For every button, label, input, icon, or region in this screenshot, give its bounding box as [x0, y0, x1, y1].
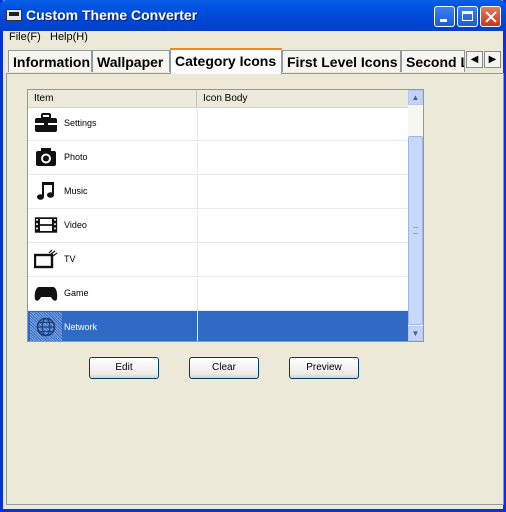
chevron-up-icon: ▲ [411, 93, 420, 102]
cell-item: Photo [28, 141, 198, 174]
list-row-game[interactable]: Game [28, 277, 408, 311]
film-icon [34, 217, 58, 233]
tab-wallpaper[interactable]: Wallpaper [92, 50, 170, 72]
tab-first-level-icons[interactable]: First Level Icons [282, 50, 401, 72]
app-icon [6, 9, 22, 21]
menu-bar: File(F) Help(H) [3, 31, 503, 47]
row-label: Settings [64, 118, 97, 128]
list-rows: Settings Photo Music Video TV Game Netwo… [28, 107, 408, 341]
list-row-settings[interactable]: Settings [28, 107, 408, 141]
music-note-icon [37, 182, 54, 200]
tab-strip: Information Wallpaper Category Icons Fir… [3, 48, 503, 74]
chevron-down-icon: ▼ [411, 329, 420, 338]
minimize-button[interactable] [434, 6, 455, 27]
list-row-music[interactable]: Music [28, 175, 408, 209]
close-button[interactable] [480, 6, 501, 27]
category-icon-list[interactable]: Item Icon Body Settings Photo Music Vide… [27, 89, 424, 342]
cell-item: Game [28, 277, 198, 310]
column-header-icon-body[interactable]: Icon Body [197, 90, 408, 107]
camera-icon [36, 148, 56, 166]
arrow-left-icon: ◀ [470, 54, 479, 65]
edit-button[interactable]: Edit [89, 357, 159, 379]
list-header: Item Icon Body [28, 90, 408, 108]
list-row-tv[interactable]: TV [28, 243, 408, 277]
scroll-thumb[interactable] [408, 136, 423, 325]
list-vertical-scrollbar[interactable]: ▲ ▼ [408, 90, 423, 341]
menu-help[interactable]: Help(H) [50, 31, 88, 43]
title-bar[interactable]: Custom Theme Converter [0, 0, 506, 31]
tab-scroll-right-button[interactable]: ▶ [484, 51, 501, 68]
gamepad-icon [34, 287, 58, 301]
tab-category-icons[interactable]: Category Icons [170, 48, 282, 74]
tab-second-level-icons[interactable]: Second L [401, 50, 465, 72]
maximize-button[interactable] [457, 6, 478, 27]
scroll-down-button[interactable]: ▼ [408, 326, 423, 341]
window-title: Custom Theme Converter [26, 7, 198, 23]
app-window: Custom Theme Converter File(F) Help(H) I… [0, 0, 506, 512]
row-label: Network [64, 322, 98, 332]
row-label: Game [64, 288, 89, 298]
row-label: Photo [64, 152, 88, 162]
tab-information[interactable]: Information [8, 50, 92, 72]
clear-button[interactable]: Clear [189, 357, 259, 379]
cell-item: Music [28, 175, 198, 208]
toolbox-icon [35, 113, 57, 132]
tv-icon [34, 249, 58, 269]
arrow-right-icon: ▶ [488, 54, 497, 65]
tab-scroll-left-button[interactable]: ◀ [466, 51, 483, 68]
row-label: TV [64, 254, 76, 264]
cell-item: Network [28, 311, 198, 341]
row-label: Music [64, 186, 88, 196]
preview-button[interactable]: Preview [289, 357, 359, 379]
menu-file[interactable]: File(F) [9, 31, 41, 43]
cell-item: Settings [28, 107, 198, 140]
list-row-photo[interactable]: Photo [28, 141, 408, 175]
list-row-network[interactable]: Network [28, 311, 408, 341]
globe-icon [36, 317, 56, 337]
cell-item: TV [28, 243, 198, 276]
scroll-up-button[interactable]: ▲ [408, 90, 423, 105]
column-header-item[interactable]: Item [28, 90, 197, 107]
cell-item: Video [28, 209, 198, 242]
row-label: Video [64, 220, 87, 230]
list-row-video[interactable]: Video [28, 209, 408, 243]
